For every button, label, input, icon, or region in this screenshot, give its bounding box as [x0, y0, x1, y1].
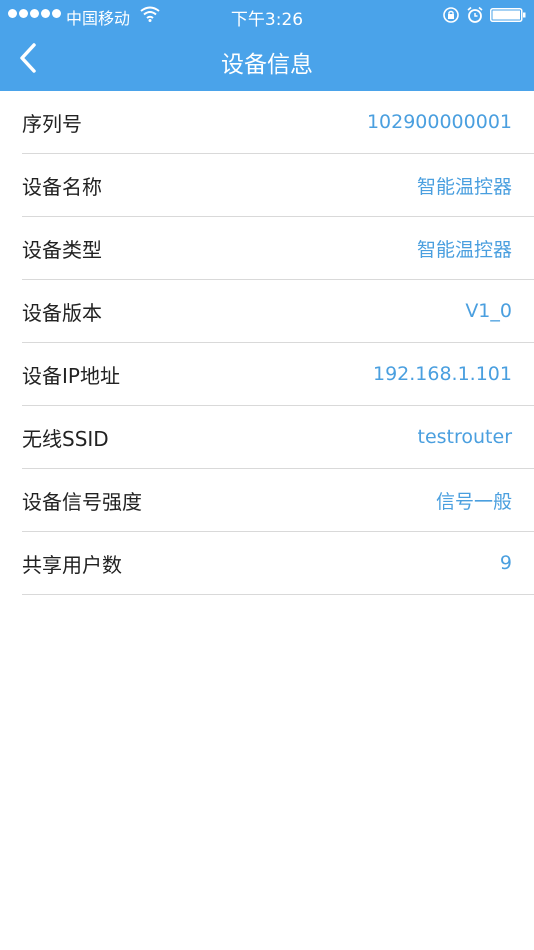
- row-label: 设备名称: [22, 174, 102, 199]
- list-item-shared-users: 共享用户数 9: [22, 532, 534, 595]
- row-value: testrouter: [417, 426, 513, 448]
- battery-icon: [490, 8, 526, 22]
- row-value: 智能温控器: [416, 175, 512, 198]
- row-label: 设备版本: [22, 300, 102, 325]
- row-label: 设备IP地址: [22, 363, 120, 388]
- page-title: 设备信息: [221, 52, 313, 78]
- row-label: 无线SSID: [22, 426, 109, 451]
- list-item-device-name: 设备名称 智能温控器: [22, 154, 534, 217]
- list-item-signal-strength: 设备信号强度 信号一般: [22, 469, 534, 532]
- lock-rotation-icon: [443, 7, 459, 23]
- list-item-wireless-ssid: 无线SSID testrouter: [22, 406, 534, 469]
- navigation-header: 中国移动 下午3:26 设备信息: [0, 0, 534, 91]
- row-value: 102900000001: [366, 111, 512, 133]
- row-value: 智能温控器: [416, 238, 512, 261]
- row-label: 序列号: [22, 111, 82, 136]
- row-value: 信号一般: [435, 490, 512, 513]
- list-item-device-version: 设备版本 V1_0: [22, 280, 534, 343]
- list-item-serial-number: 序列号 102900000001: [22, 91, 534, 154]
- row-label: 设备信号强度: [22, 489, 142, 514]
- list-item-device-type: 设备类型 智能温控器: [22, 217, 534, 280]
- row-label: 设备类型: [22, 237, 102, 262]
- list-item-device-ip: 设备IP地址 192.168.1.101: [22, 343, 534, 406]
- row-value: 192.168.1.101: [372, 363, 512, 385]
- device-info-list: 序列号 102900000001 设备名称 智能温控器 设备类型 智能温控器 设…: [22, 91, 534, 595]
- alarm-icon: [467, 6, 483, 23]
- status-bar: 中国移动 下午3:26: [0, 0, 534, 30]
- row-value: 9: [499, 552, 512, 574]
- row-label: 共享用户数: [22, 552, 122, 577]
- row-value: V1_0: [465, 300, 512, 322]
